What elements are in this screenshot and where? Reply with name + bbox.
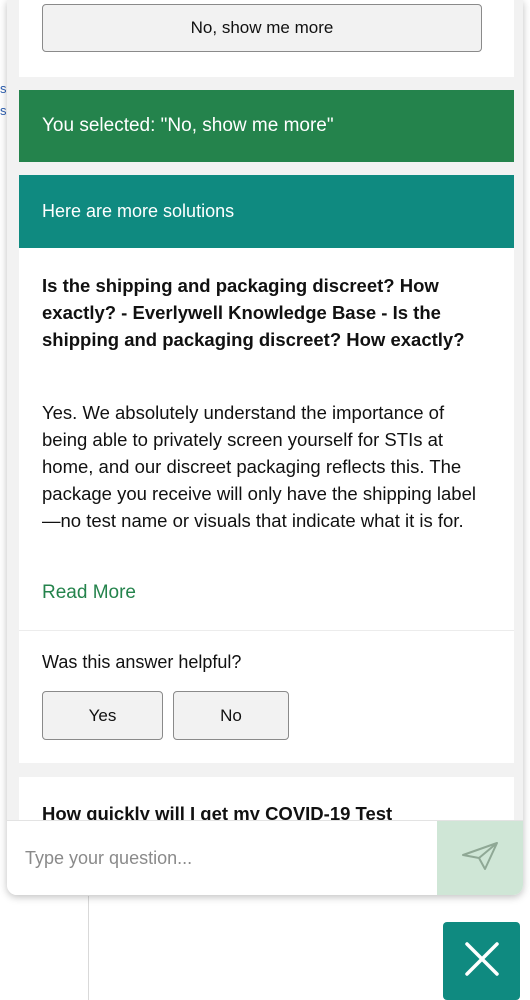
helpful-question: Was this answer helpful? bbox=[42, 652, 242, 672]
answer-header-text: Here are more solutions bbox=[42, 201, 235, 221]
composer bbox=[7, 820, 523, 895]
send-button[interactable] bbox=[437, 821, 523, 895]
previous-options-card: No, show me more bbox=[19, 0, 514, 77]
send-icon bbox=[461, 841, 499, 876]
read-more-link[interactable]: Read More bbox=[42, 582, 136, 604]
answer-header: Here are more solutions bbox=[19, 175, 514, 248]
close-icon bbox=[464, 941, 500, 982]
next-answer-title[interactable]: How quickly will I get my COVID-19 Test bbox=[42, 803, 392, 820]
answer-title: Is the shipping and packaging discreet? … bbox=[42, 275, 465, 350]
divider bbox=[19, 630, 514, 631]
answer-body: Yes. We absolutely understand the import… bbox=[42, 402, 476, 531]
helpful-yes-button[interactable]: Yes bbox=[42, 691, 163, 740]
close-chat-button[interactable] bbox=[443, 922, 520, 1000]
selection-message: You selected: "No, show me more" bbox=[19, 90, 514, 162]
chat-transcript[interactable]: No, show me more You selected: "No, show… bbox=[7, 0, 523, 820]
next-answer-card: How quickly will I get my COVID-19 Test bbox=[19, 777, 514, 820]
show-more-button[interactable]: No, show me more bbox=[42, 4, 482, 52]
helpful-no-button[interactable]: No bbox=[173, 691, 289, 740]
question-input[interactable] bbox=[7, 821, 437, 895]
answer-card: Here are more solutions Is the shipping … bbox=[19, 175, 514, 763]
chat-widget: No, show me more You selected: "No, show… bbox=[7, 0, 523, 895]
selection-text: You selected: "No, show me more" bbox=[42, 115, 334, 136]
background-divider bbox=[88, 896, 89, 1000]
